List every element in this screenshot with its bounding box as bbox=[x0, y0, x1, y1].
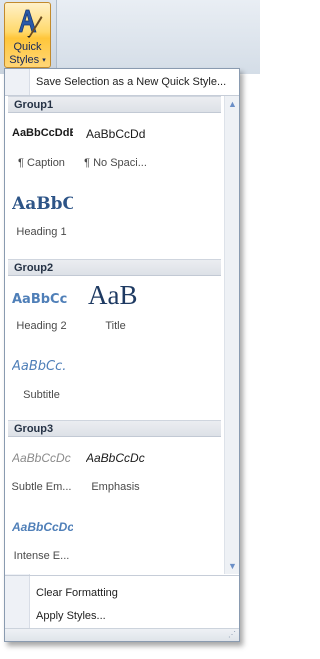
style-sample: AaBbCcDc bbox=[12, 520, 73, 534]
quick-styles-label-line1: Quick bbox=[13, 41, 42, 53]
style-sample: AaBbCcDd bbox=[86, 127, 146, 141]
style-name: ¶ No Spaci... bbox=[84, 157, 147, 169]
group-title: Group2 bbox=[14, 262, 54, 274]
style-sample: AaBbCcDc bbox=[86, 451, 145, 465]
style-name: Subtitle bbox=[23, 389, 60, 401]
style-name: Heading 2 bbox=[16, 320, 67, 332]
quick-styles-label-line2: Styles bbox=[9, 54, 40, 66]
style-tile-no-spacing[interactable]: AaBbCcDd ¶ No Spaci... bbox=[84, 119, 147, 182]
style-tile-subtitle[interactable]: AaBbCc. Subtitle bbox=[10, 351, 73, 414]
style-sample: AaBbCcDdE bbox=[12, 127, 73, 139]
style-sample: AaBbCcDc bbox=[12, 451, 71, 465]
ribbon-area bbox=[56, 0, 260, 74]
style-tile-intense-emphasis[interactable]: AaBbCcDc Intense E... bbox=[10, 512, 73, 574]
style-tile-heading-1[interactable]: AaBbCc Heading 1 bbox=[10, 188, 73, 251]
dropdown-arrow-icon: ▾ bbox=[42, 57, 46, 64]
style-sample: AaBbCc bbox=[12, 194, 73, 214]
menu-bottom-section: Clear Formatting Apply Styles... bbox=[5, 575, 239, 630]
group-header: Group2 bbox=[8, 259, 221, 276]
quick-styles-dropdown: Save Selection as a New Quick Style... G… bbox=[4, 68, 240, 642]
styles-gallery: Group1 AaBbCcDdE ¶ Caption AaBbCcDd ¶ No… bbox=[5, 96, 239, 574]
style-tile-heading-2[interactable]: AaBbCc Heading 2 bbox=[10, 282, 73, 345]
gallery-scrollbar[interactable]: ▲ ▼ bbox=[224, 96, 239, 574]
scroll-up-arrow-icon[interactable]: ▲ bbox=[225, 96, 239, 112]
apply-styles-menu-item[interactable]: Apply Styles... bbox=[36, 610, 106, 622]
style-tile-emphasis[interactable]: AaBbCcDc Emphasis bbox=[84, 443, 147, 506]
style-name: Title bbox=[105, 320, 126, 332]
style-sample: AaB bbox=[88, 282, 138, 310]
style-name: Subtle Em... bbox=[11, 481, 72, 493]
style-name: Emphasis bbox=[91, 481, 140, 493]
group-header: Group1 bbox=[8, 96, 221, 113]
style-name: Intense E... bbox=[13, 550, 70, 562]
style-tile-subtle-emphasis[interactable]: AaBbCcDc Subtle Em... bbox=[10, 443, 73, 506]
clear-formatting-menu-item[interactable]: Clear Formatting bbox=[36, 587, 118, 599]
quick-styles-button[interactable]: Quick Styles ▾ bbox=[4, 2, 51, 68]
style-sample: AaBbCc bbox=[12, 292, 68, 307]
scroll-down-arrow-icon[interactable]: ▼ bbox=[225, 558, 239, 574]
style-sample: AaBbCc. bbox=[12, 359, 67, 374]
style-tile-caption[interactable]: AaBbCcDdE ¶ Caption bbox=[10, 119, 73, 182]
save-selection-menu-item[interactable]: Save Selection as a New Quick Style... bbox=[5, 69, 239, 96]
style-name: ¶ Caption bbox=[18, 157, 65, 169]
group-header: Group3 bbox=[8, 420, 221, 437]
resize-grip-icon[interactable]: ⋰ bbox=[228, 630, 237, 639]
quick-styles-icon bbox=[18, 9, 43, 38]
group-title: Group1 bbox=[14, 99, 54, 111]
style-tile-title[interactable]: AaB Title bbox=[84, 282, 147, 345]
save-selection-label: Save Selection as a New Quick Style... bbox=[36, 76, 227, 88]
group-title: Group3 bbox=[14, 423, 54, 435]
style-name: Heading 1 bbox=[16, 226, 67, 238]
resize-footer: ⋰ bbox=[5, 628, 239, 641]
